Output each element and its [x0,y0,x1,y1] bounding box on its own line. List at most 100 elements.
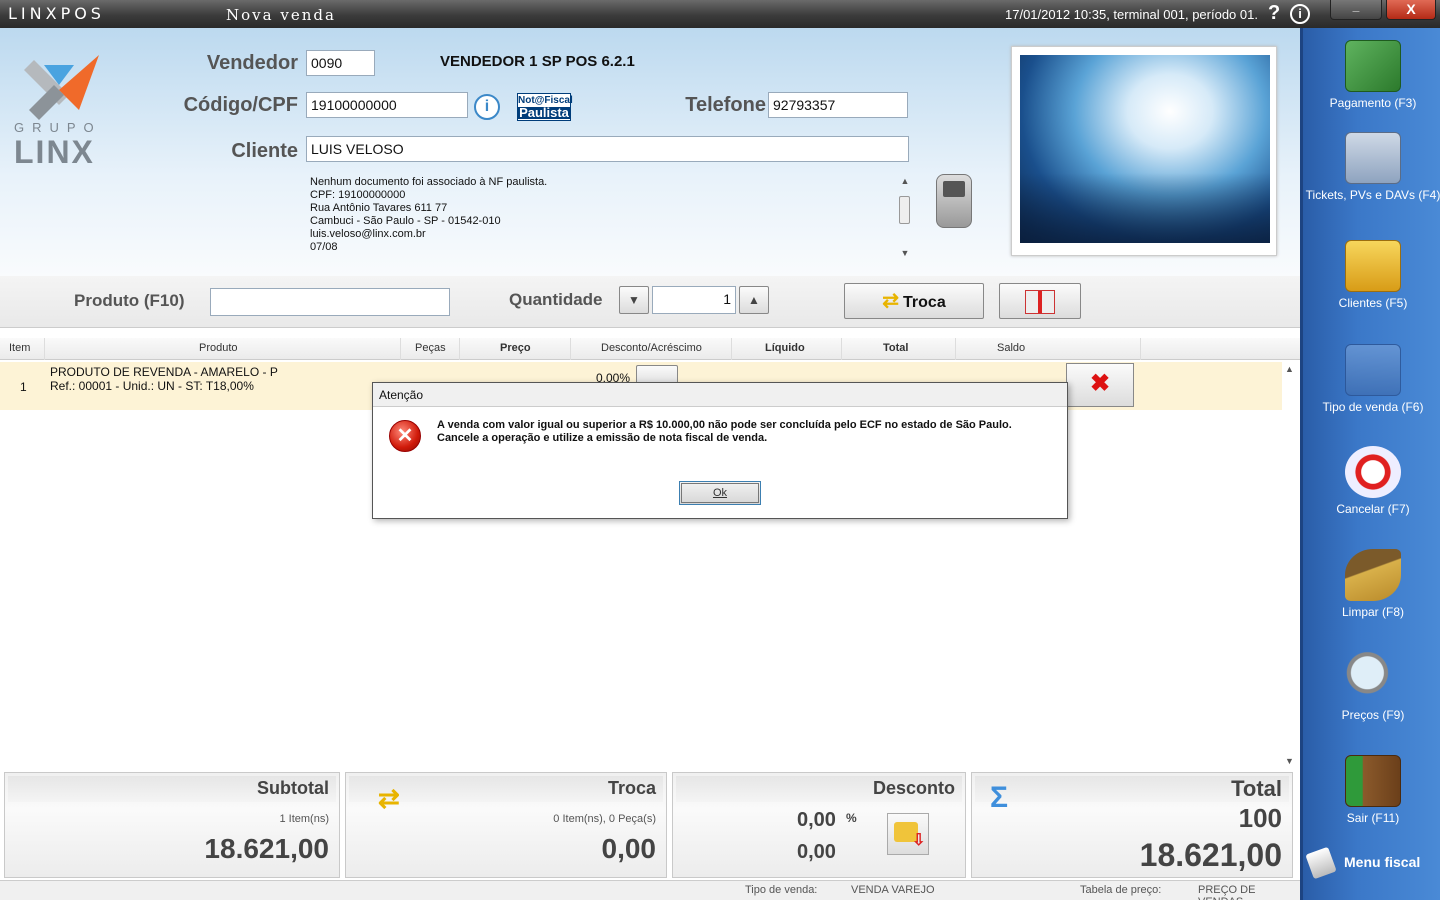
linx-logo: GRUPO LINX [14,50,124,170]
tipo-venda-value: VENDA VAREJO [851,884,935,896]
tipo-venda-label: Tipo de venda: [745,884,818,896]
sidebar-item-clientes[interactable]: Clientes (F5) [1303,240,1440,311]
items-grid-header: Item Produto Peças Preço Desconto/Acrésc… [0,338,1300,360]
grid-scrollbar[interactable]: ▲ ▼ [1283,362,1299,766]
subtotal-panel: Subtotal 1 Item(ns) 18.621,00 [4,772,340,878]
sidebar-item-label: Pagamento (F3) [1329,96,1417,110]
desconto-panel: Desconto 0,00 % 0,00 [672,772,966,878]
cliente-label: Cliente [231,140,298,162]
ok-button[interactable]: Ok [679,481,761,505]
col-saldo: Saldo [997,342,1026,354]
gift-icon [1025,290,1055,314]
col-liquido: Líquido [765,342,805,354]
error-icon: ✕ [389,420,421,452]
sidebar-item-limpar[interactable]: Limpar (F8) [1303,549,1440,620]
col-preco: Preço [500,342,531,354]
subtotal-items: 1 Item(ns) [279,813,329,825]
phone-icon[interactable] [936,174,972,228]
sidebar-item-sair[interactable]: Sair (F11) [1303,755,1440,826]
row-product: PRODUTO DE REVENDA - AMARELO - P Ref.: 0… [50,365,278,393]
scroll-up-icon[interactable]: ▲ [897,176,913,188]
vendedor-name: VENDEDOR 1 SP POS 6.2.1 [440,53,635,70]
cpf-label: Código/CPF [183,94,298,116]
troca-title: Troca [607,778,656,798]
dialog-message: A venda com valor igual ou superior a R$… [437,419,1012,445]
sidebar-item-pagamento[interactable]: Pagamento (F3) [1303,40,1440,111]
sidebar-item-label: Preços (F9) [1341,708,1405,722]
menu-fiscal-button[interactable]: Menu fiscal [1303,844,1440,884]
help-icon[interactable]: ? [1268,2,1280,25]
desconto-value: 0,00 [797,841,836,863]
sidebar-item-label: Cancelar (F7) [1336,502,1410,516]
apply-discount-button[interactable] [887,813,929,855]
note-line: Nenhum documento foi associado à NF paul… [310,176,548,188]
scroll-down-icon[interactable]: ▼ [897,248,913,260]
info-icon[interactable]: i [474,94,500,120]
total-value: 18.621,00 [1139,837,1282,873]
notes-scrollbar[interactable]: ▲ ▼ [897,176,913,260]
window-title: Nova venda [226,6,336,24]
nota-fiscal-paulista-icon[interactable]: Not@Fiscal Paulista [517,93,573,121]
close-button[interactable]: X [1386,0,1436,20]
row-product-name: PRODUTO DE REVENDA - AMARELO - P [50,365,278,379]
vendedor-label: Vendedor [206,52,298,74]
desconto-percent: 0,00 [797,809,836,831]
gift-button[interactable] [999,283,1081,319]
sidebar-item-precos[interactable]: Preços (F9) [1303,652,1440,723]
troca-value: 0,00 [601,833,657,864]
printer-icon [1305,846,1337,880]
produto-input[interactable] [210,288,450,316]
menu-fiscal-label: Menu fiscal [1344,854,1421,870]
status-bar: Tipo de venda: VENDA VAREJO Tabela de pr… [0,880,1300,900]
delete-item-button[interactable]: ✖ [1066,363,1134,407]
logo-linx-text: LINX [14,134,95,170]
total-pieces: 100 [1238,803,1282,833]
note-line: Cambuci - São Paulo - SP - 01542-010 [310,215,501,227]
subtotal-title: Subtotal [257,778,329,798]
about-icon[interactable]: i [1290,4,1310,24]
scroll-thumb[interactable] [899,196,910,224]
col-pecas: Peças [415,342,446,354]
sidebar-item-cancelar[interactable]: Cancelar (F7) [1303,446,1440,517]
scroll-up-icon[interactable]: ▲ [1285,364,1294,374]
cpf-field[interactable]: 19100000000 [306,92,468,118]
vendedor-field[interactable]: 0090 [306,50,375,76]
col-total: Total [883,342,909,354]
quantity-increase-button[interactable]: ▲ [739,286,769,314]
sidebar-item-tickets[interactable]: Tickets, PVs e DAVs (F4) [1303,132,1440,203]
sidebar-item-label: Sair (F11) [1346,811,1400,825]
customer-photo [1011,46,1277,256]
row-item-number: 1 [20,380,27,394]
sigma-icon: Σ [990,781,1009,814]
exchange-icon: ⇄ [378,783,400,813]
dialog-message-line1: A venda com valor igual ou superior a R$… [437,419,1012,431]
minimize-button[interactable]: _ [1330,0,1382,20]
action-sidebar: Pagamento (F3) Tickets, PVs e DAVs (F4) … [1300,28,1440,900]
sidebar-item-tipo-venda[interactable]: Tipo de venda (F6) [1303,344,1440,415]
troca-button[interactable]: ⇄ Troca [844,283,984,319]
troca-panel: ⇄ Troca 0 Item(ns), 0 Peça(s) 0,00 [345,772,667,878]
customer-photo-image [1020,55,1270,243]
col-produto: Produto [199,342,238,354]
logo-grupo-text: GRUPO [14,120,102,135]
exchange-icon: ⇄ [882,290,900,312]
col-item: Item [9,342,31,354]
troca-items: 0 Item(ns), 0 Peça(s) [553,813,656,825]
total-title: Total [1231,776,1282,801]
subtotal-value: 18.621,00 [204,833,329,864]
telefone-field[interactable]: 92793357 [768,92,908,118]
quantity-field[interactable]: 1 [652,286,736,314]
sidebar-item-label: Limpar (F8) [1341,605,1404,619]
cliente-field[interactable]: LUIS VELOSO [306,136,909,162]
broom-icon [1345,549,1401,601]
quantity-decrease-button[interactable]: ▼ [619,286,649,314]
note-line: Rua Antônio Tavares 611 77 [310,202,448,214]
clients-icon [1345,240,1401,292]
cancel-icon [1345,446,1401,498]
customer-notes: Nenhum documento foi associado à NF paul… [306,174,912,260]
troca-button-label: Troca [903,294,946,311]
percent-sign: % [846,811,857,825]
scroll-down-icon[interactable]: ▼ [1285,756,1294,766]
note-line: 07/08 [310,241,338,253]
exit-door-icon [1345,755,1401,807]
